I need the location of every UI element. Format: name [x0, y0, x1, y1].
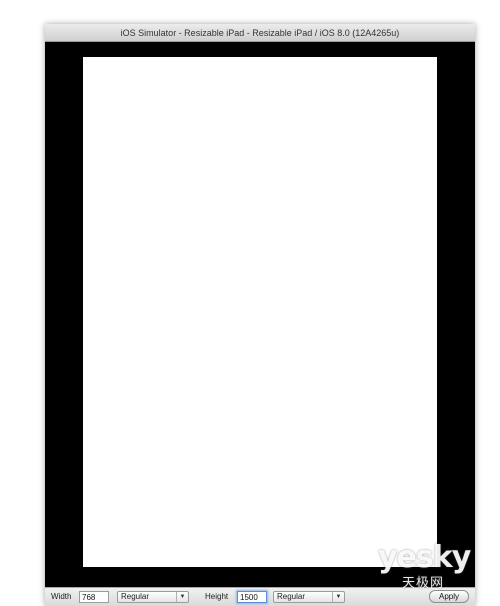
- size-toolbar: Width Regular ▼ Height Regular ▼ Apply: [45, 587, 475, 606]
- device-screen[interactable]: [83, 57, 437, 567]
- height-size-class-value: Regular: [277, 592, 306, 601]
- chevron-down-icon: ▼: [332, 592, 344, 602]
- width-size-class-value: Regular: [121, 592, 150, 601]
- apply-button[interactable]: Apply: [429, 590, 469, 603]
- chevron-down-icon: ▼: [176, 592, 188, 602]
- window-title: iOS Simulator - Resizable iPad - Resizab…: [45, 24, 475, 42]
- height-label: Height: [205, 592, 229, 601]
- height-input[interactable]: [237, 591, 267, 603]
- height-size-class-select[interactable]: Regular ▼: [273, 591, 345, 603]
- device-bezel: [45, 42, 475, 583]
- width-size-class-select[interactable]: Regular ▼: [117, 591, 189, 603]
- width-label: Width: [51, 592, 72, 601]
- width-input[interactable]: [79, 591, 109, 603]
- simulator-window: iOS Simulator - Resizable iPad - Resizab…: [45, 24, 475, 606]
